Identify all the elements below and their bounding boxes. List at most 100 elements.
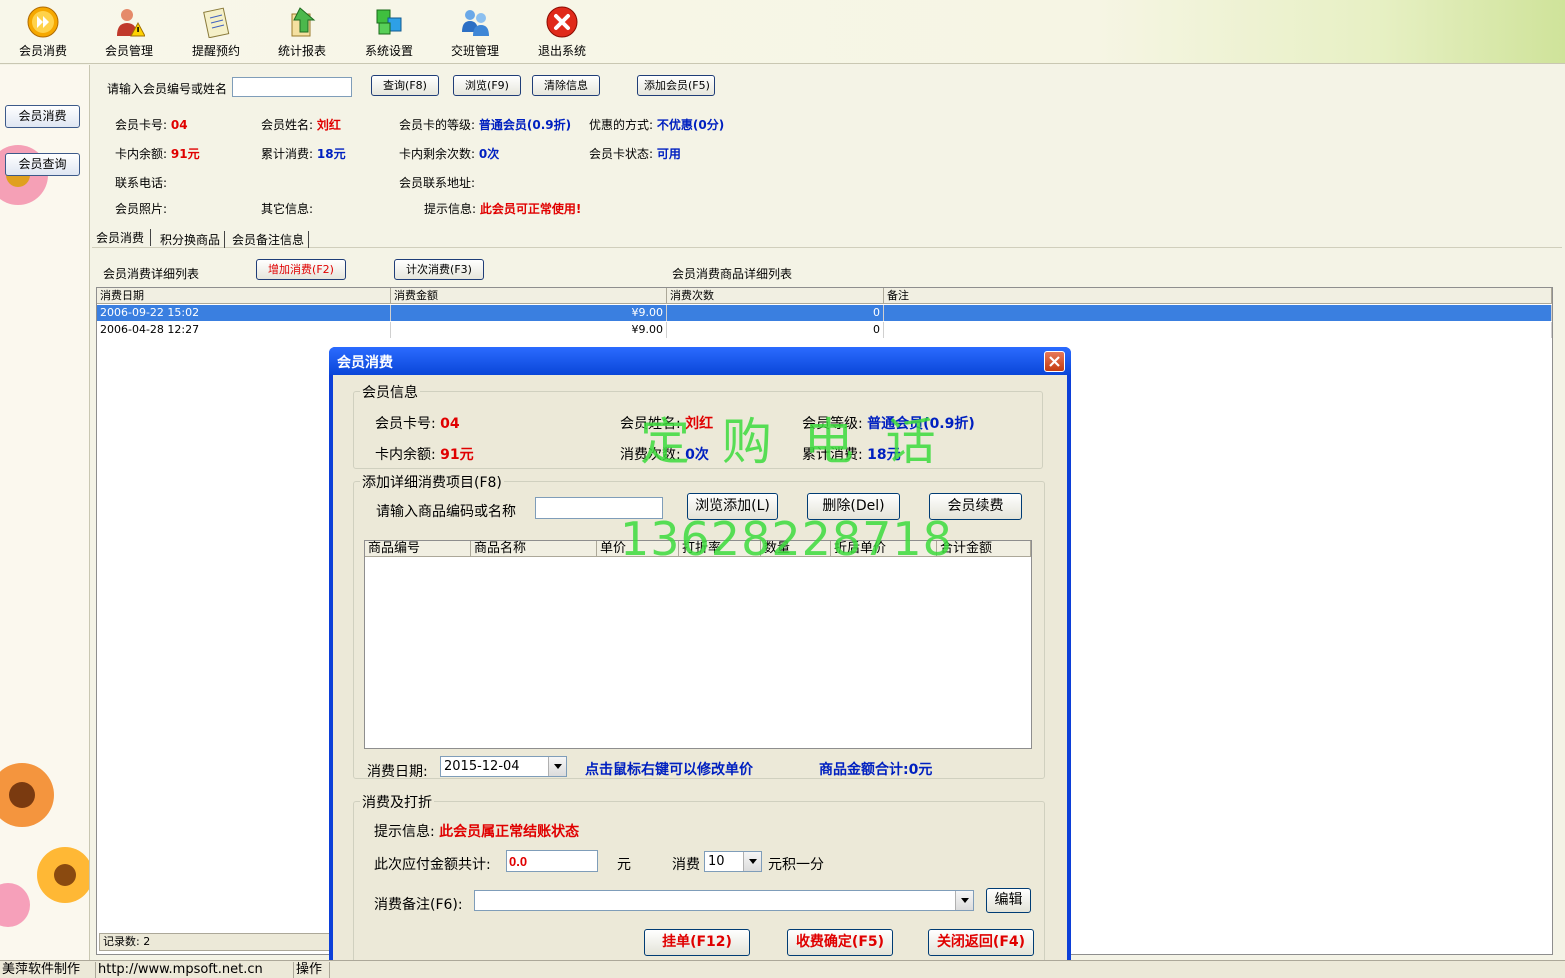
row-amount: ¥9.00: [391, 322, 667, 338]
card-status-label: 会员卡状态: 可用: [589, 147, 681, 161]
watermark-order-phone: 定 购 电 话: [640, 413, 944, 471]
total-value: 18元: [316, 147, 346, 161]
dialog-close-button[interactable]: [1044, 351, 1065, 372]
hang-order-button[interactable]: 挂单(F12): [644, 929, 750, 956]
remain-label: 卡内剩余次数: 0次: [399, 147, 500, 161]
tab-member-notes[interactable]: 会员备注信息: [232, 231, 310, 248]
dlg-balance: 卡内余额: 91元: [375, 447, 474, 463]
card-level-value: 普通会员(0.9折): [478, 118, 572, 132]
watermark-phone-number: 13628228718: [620, 512, 953, 566]
total-label: 累计消费: 18元: [261, 147, 346, 161]
payment-hint: 提示信息: 此会员属正常结账状态: [374, 824, 580, 840]
edit-note-button[interactable]: 编辑: [986, 888, 1031, 913]
add-consume-button[interactable]: 增加消费(F2): [256, 259, 346, 280]
toolbar-label: 系统设置: [364, 44, 413, 58]
toolbar-label: 会员消费: [18, 44, 67, 58]
consume-list-title: 会员消费详细列表: [103, 267, 200, 281]
dialog-titlebar[interactable]: 会员消费: [329, 347, 1071, 375]
column-header-count[interactable]: 消费次数: [667, 288, 884, 304]
search-label: 请输入会员编号或姓名: [107, 82, 228, 96]
toolbar-handover[interactable]: 交班管理: [435, 4, 515, 60]
points-suffix: 元积一分: [768, 857, 824, 873]
dialog-title: 会员消费: [337, 355, 393, 371]
column-header-goods-name[interactable]: 商品名称: [471, 541, 597, 557]
chevron-down-icon[interactable]: [548, 757, 566, 776]
count-consume-button[interactable]: 计次消费(F3): [394, 259, 484, 280]
toolbar-settings[interactable]: 系统设置: [349, 4, 429, 60]
row-count: 0: [667, 322, 884, 338]
toolbar-label: 提醒预约: [191, 44, 240, 58]
card-no-value: 04: [170, 118, 188, 132]
browse-button[interactable]: 浏览(F9): [453, 75, 521, 96]
sidebar-item-consume[interactable]: 会员消费: [5, 105, 80, 128]
member-name-label: 会员姓名: 刘红: [261, 118, 341, 132]
photo-label: 会员照片:: [115, 202, 168, 216]
right-click-hint: 点击鼠标右键可以修改单价: [585, 762, 753, 778]
notepad-icon: [203, 7, 230, 38]
toolbar-label: 退出系统: [537, 44, 586, 58]
consume-note-label: 消费备注(F6):: [374, 897, 463, 913]
status-url[interactable]: http://www.mpsoft.net.cn: [96, 962, 294, 978]
toolbar-label: 会员管理: [104, 44, 153, 58]
table-row[interactable]: 2006-09-22 15:02 ¥9.00 0: [97, 305, 1552, 321]
close-icon: [1049, 356, 1060, 367]
toolbar-label: 交班管理: [450, 44, 499, 58]
consume-note-select[interactable]: [474, 890, 974, 911]
table-row[interactable]: 2006-04-28 12:27 ¥9.00 0: [97, 322, 1552, 338]
tab-points-exchange[interactable]: 积分换商品: [160, 231, 226, 248]
clear-info-button[interactable]: 清除信息: [532, 75, 600, 96]
tab-strip: [92, 226, 1562, 248]
status-bar: 美萍软件制作 http://www.mpsoft.net.cn 操作: [0, 960, 1565, 978]
add-member-button[interactable]: 添加会员(F5): [637, 75, 715, 96]
toolbar-report[interactable]: 统计报表: [262, 4, 342, 60]
status-maker: 美萍软件制作: [0, 962, 96, 978]
settings-blocks-icon: [376, 9, 402, 35]
payable-label: 此次应付金额共计:: [374, 857, 491, 873]
tab-member-consume[interactable]: 会员消费: [96, 229, 152, 246]
column-header-date[interactable]: 消费日期: [97, 288, 391, 304]
row-note: [884, 305, 1552, 321]
row-amount: ¥9.00: [391, 305, 667, 321]
add-items-legend: 添加详细消费项目(F8): [360, 472, 504, 492]
row-note: [884, 322, 1552, 338]
toolbar-member-manage[interactable]: 会员管理: [89, 4, 169, 60]
chevron-down-icon[interactable]: [743, 852, 761, 871]
query-button[interactable]: 查询(F8): [371, 75, 439, 96]
member-name-value: 刘红: [316, 118, 341, 132]
chart-report-icon: [291, 7, 316, 37]
column-header-goods-code[interactable]: 商品编号: [365, 541, 471, 557]
row-date: 2006-04-28 12:27: [97, 322, 391, 338]
toolbar-member-consume[interactable]: 会员消费: [3, 4, 83, 60]
consume-date-picker[interactable]: 2015-12-04: [440, 756, 567, 777]
handover-users-icon: [462, 10, 489, 36]
sidebar-item-query[interactable]: 会员查询: [5, 153, 80, 176]
yuan-label: 元: [617, 857, 631, 873]
member-info-legend: 会员信息: [360, 382, 420, 402]
goods-list-title: 会员消费商品详细列表: [672, 267, 793, 281]
discount-label: 优惠的方式: 不优惠(0分): [589, 118, 725, 132]
points-rate-select[interactable]: 10: [704, 851, 762, 872]
payable-amount-input[interactable]: [506, 850, 598, 872]
goods-input-label: 请输入商品编码或名称: [376, 504, 516, 520]
other-info-label: 其它信息:: [261, 202, 314, 216]
dlg-card-no: 会员卡号: 04: [375, 416, 460, 432]
member-warning-icon: [117, 9, 145, 37]
column-header-note[interactable]: 备注: [884, 288, 1552, 304]
remain-value: 0次: [478, 147, 500, 161]
goods-table: 商品编号 商品名称 单价 打折率 数量 折后单价 合计金额: [364, 540, 1032, 749]
consume-date-value: 2015-12-04: [444, 759, 520, 774]
goods-total: 商品金额合计:0元: [819, 762, 933, 778]
discount-legend: 消费及打折: [360, 792, 434, 812]
member-search-input[interactable]: [232, 77, 352, 97]
hint-label: 提示信息: 此会员可正常使用!: [424, 202, 582, 216]
close-return-button[interactable]: 关闭返回(F4): [928, 929, 1034, 956]
column-header-amount[interactable]: 消费金额: [391, 288, 667, 304]
card-no-label: 会员卡号: 04: [115, 118, 188, 132]
toolbar-exit[interactable]: 退出系统: [522, 4, 602, 60]
confirm-payment-button[interactable]: 收费确定(F5): [787, 929, 893, 956]
discount-value: 不优惠(0分): [656, 118, 725, 132]
phone-label: 联系电话:: [115, 176, 168, 190]
chevron-down-icon[interactable]: [955, 891, 973, 910]
toolbar-reminder[interactable]: 提醒预约: [176, 4, 256, 60]
main-toolbar: 会员消费 会员管理 提醒预约 统计报表 系统设置 交班管理 退出系统: [0, 0, 1565, 64]
